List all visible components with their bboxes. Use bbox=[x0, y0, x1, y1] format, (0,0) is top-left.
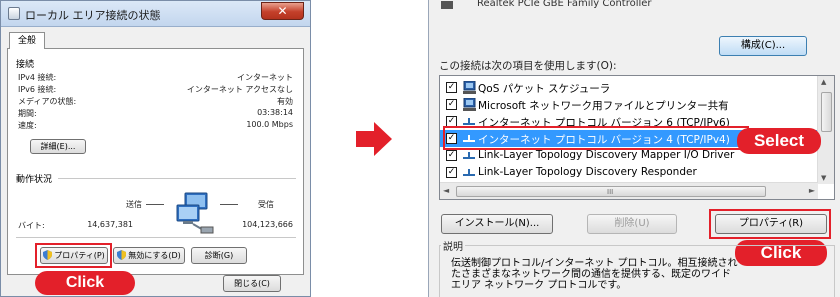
divider bbox=[58, 178, 296, 179]
item-label: Microsoft ネットワーク用ファイルとプリンター共有 bbox=[478, 100, 729, 112]
vertical-scrollbar[interactable]: ▲ ▼ bbox=[817, 76, 834, 184]
properties-highlight bbox=[709, 209, 831, 239]
bytes-sent: 14,637,381 bbox=[87, 220, 133, 229]
next-step-arrow-icon bbox=[356, 122, 392, 156]
disable-button[interactable]: 無効にする(D) bbox=[113, 247, 185, 264]
row-value: インターネット bbox=[237, 73, 293, 82]
received-label: 受信 bbox=[258, 200, 274, 209]
adapter-name: Realtek PCIe GBE Family Controller bbox=[477, 0, 652, 9]
item-checkbox[interactable]: ✓ bbox=[446, 167, 457, 178]
scroll-left-icon[interactable]: ◄ bbox=[443, 186, 449, 195]
close-button[interactable]: 閉じる(C) bbox=[223, 275, 281, 292]
activity-section-title: 動作状況 bbox=[16, 175, 53, 185]
tab-general[interactable]: 全般 bbox=[9, 32, 45, 49]
sent-label: 送信 bbox=[126, 200, 142, 209]
disable-label: 無効にする(D) bbox=[128, 251, 181, 260]
details-button[interactable]: 詳細(E)... bbox=[30, 139, 86, 154]
items-label: この接続は次の項目を使用します(O): bbox=[439, 60, 617, 72]
click-callout: Click bbox=[35, 271, 135, 295]
item-label: QoS パケット スケジューラ bbox=[478, 83, 611, 95]
row-label: IPv4 接続: bbox=[18, 73, 57, 82]
vertical-scroll-thumb[interactable] bbox=[821, 92, 832, 132]
item-checkbox[interactable]: ✓ bbox=[446, 99, 457, 110]
scroll-right-icon[interactable]: ► bbox=[809, 186, 815, 195]
list-item[interactable]: ✓ QoS パケット スケジューラ bbox=[440, 79, 818, 96]
description-text: 伝送制御プロトコル/インターネット プロトコル。相互接続されたさまざまなネットワ… bbox=[451, 258, 738, 291]
general-panel: 接続 IPv4 接続: インターネット IPv6 接続: インターネット アクセ… bbox=[7, 48, 304, 275]
ipv4-highlight bbox=[443, 126, 749, 150]
item-checkbox[interactable]: ✓ bbox=[446, 150, 457, 161]
protocol-icon bbox=[463, 152, 475, 159]
row-label: IPv6 接続: bbox=[18, 85, 57, 94]
uninstall-button[interactable]: 削除(U) bbox=[587, 214, 677, 234]
qos-icon bbox=[463, 81, 476, 94]
divider bbox=[16, 237, 296, 238]
item-checkbox[interactable]: ✓ bbox=[446, 82, 457, 93]
item-label: Link-Layer Topology Discovery Responder bbox=[478, 166, 697, 178]
configure-button[interactable]: 構成(C)... bbox=[719, 36, 807, 56]
list-item[interactable]: ✓ Link-Layer Topology Discovery Responde… bbox=[440, 164, 818, 181]
window-title: ローカル エリア接続の状態 bbox=[25, 9, 161, 22]
list-item[interactable]: ✓ Microsoft ネットワーク用ファイルとプリンター共有 bbox=[440, 96, 818, 113]
row-label: メディアの状態: bbox=[18, 97, 77, 106]
protocol-icon bbox=[463, 169, 475, 176]
scroll-down-icon[interactable]: ▼ bbox=[821, 174, 826, 182]
close-window-button[interactable]: ✕ bbox=[261, 2, 304, 20]
sent-line bbox=[146, 204, 164, 205]
file-share-icon bbox=[463, 98, 476, 111]
network-activity-icon bbox=[176, 192, 214, 234]
row-label: 速度: bbox=[18, 121, 37, 130]
scroll-grip: III bbox=[607, 188, 614, 196]
horizontal-scroll-thumb[interactable]: III bbox=[456, 186, 766, 197]
horizontal-scrollbar[interactable]: ◄ III ► bbox=[440, 182, 818, 199]
row-value: インターネット アクセスなし bbox=[186, 85, 293, 94]
description-title: 説明 bbox=[441, 238, 465, 253]
title-bar: ローカル エリア接続の状態 ✕ bbox=[1, 1, 310, 27]
stage: ローカル エリア接続の状態 ✕ 全般 接続 IPv4 接続: インターネット I… bbox=[0, 0, 840, 297]
bytes-label: バイト: bbox=[18, 221, 45, 230]
window-icon bbox=[8, 7, 20, 20]
diagnose-button[interactable]: 診断(G) bbox=[191, 247, 247, 264]
properties-dialog: Realtek PCIe GBE Family Controller 構成(C)… bbox=[428, 0, 840, 297]
scroll-up-icon[interactable]: ▲ bbox=[821, 78, 826, 86]
row-label: 期間: bbox=[18, 109, 37, 118]
install-button[interactable]: インストール(N)... bbox=[441, 214, 553, 234]
status-dialog: ローカル エリア接続の状態 ✕ 全般 接続 IPv4 接続: インターネット I… bbox=[0, 0, 311, 297]
properties-highlight bbox=[35, 243, 112, 268]
bytes-received: 104,123,666 bbox=[242, 220, 293, 229]
connection-section-title: 接続 bbox=[16, 60, 35, 70]
row-value: 03:38:14 bbox=[257, 108, 293, 117]
row-value: 有効 bbox=[277, 97, 293, 106]
select-callout: Select bbox=[737, 128, 821, 154]
adapter-row: Realtek PCIe GBE Family Controller bbox=[437, 0, 717, 12]
row-value: 100.0 Mbps bbox=[246, 120, 293, 129]
adapter-icon bbox=[441, 1, 453, 9]
item-label: Link-Layer Topology Discovery Mapper I/O… bbox=[478, 149, 735, 161]
shield-icon bbox=[117, 250, 127, 260]
